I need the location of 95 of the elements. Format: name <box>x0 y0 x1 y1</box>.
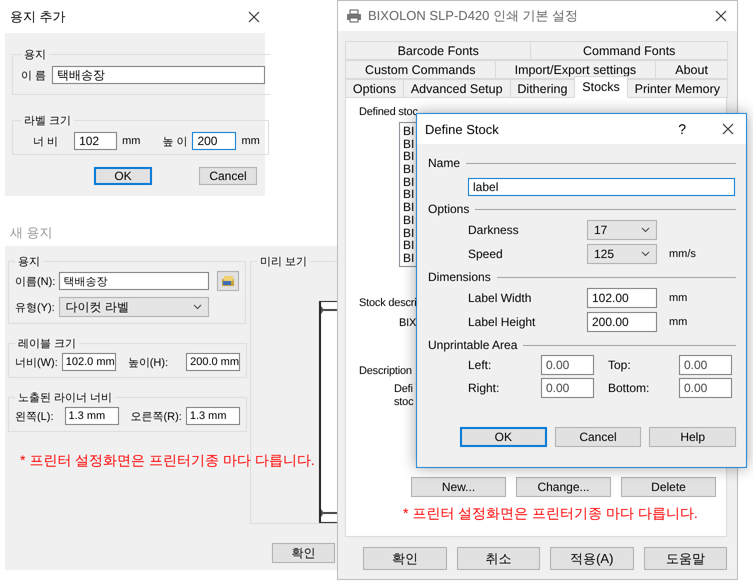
input-field[interactable]: 0.00 <box>679 378 732 398</box>
field-label: Left: <box>468 358 492 372</box>
description-text: BIX <box>399 317 416 329</box>
input-field[interactable]: 택배송장 <box>59 272 210 290</box>
input-field[interactable]: 200.00 <box>587 312 657 332</box>
dialog-button[interactable]: Help <box>649 427 736 447</box>
tab[interactable]: Command Fonts <box>530 41 728 60</box>
section-label: Dimensions <box>428 270 491 284</box>
group-label: 라벨 크기 <box>23 114 72 128</box>
window-title: Define Stock <box>425 122 499 136</box>
input-field[interactable]: 102.00 <box>587 288 657 308</box>
input-field[interactable]: 102 <box>74 132 118 150</box>
input-field[interactable]: 0.00 <box>679 355 732 375</box>
field-label: mm <box>669 292 688 304</box>
window-title: BIXOLON SLP-D420 인쇄 기본 설정 <box>368 7 578 25</box>
close-icon[interactable] <box>715 10 727 22</box>
section-label: Unprintable Area <box>428 338 518 352</box>
help-button[interactable]: ? <box>678 121 686 137</box>
type-dropdown[interactable]: 다이컷 라벨 <box>58 297 209 317</box>
field-label: Darkness <box>468 223 520 237</box>
input-field[interactable]: label <box>468 178 735 196</box>
stock-button[interactable]: New... <box>411 477 506 497</box>
window-title: 용지 추가 <box>10 8 66 26</box>
field-label: mm <box>241 135 260 147</box>
field-label: 너비(W): <box>15 356 58 370</box>
dialog-button[interactable]: OK <box>94 167 152 185</box>
input-field[interactable]: 1.3 mm <box>186 407 240 425</box>
field-label: 이름(N): <box>15 274 56 288</box>
chevron-icon <box>641 251 650 257</box>
input-field[interactable]: 200.0 mm <box>186 353 240 371</box>
close-icon[interactable] <box>248 10 260 22</box>
tab[interactable]: Options <box>345 79 404 98</box>
tab[interactable]: Custom Commands <box>345 60 496 79</box>
field-label: Bottom: <box>607 381 650 395</box>
input-field[interactable]: 1.3 mm <box>64 407 118 425</box>
dialog-button[interactable]: OK <box>460 427 547 447</box>
dialog-button[interactable]: Cancel <box>199 167 257 185</box>
section-label: Stock descri <box>359 297 417 309</box>
field-label: Speed <box>468 247 504 261</box>
field-label: 너 비 <box>33 134 58 148</box>
input-field[interactable]: 102.0 mm <box>62 353 116 371</box>
browse-button[interactable] <box>217 271 240 291</box>
input-field[interactable]: 택배송장 <box>52 66 266 84</box>
field-label: 오른쪽(R): <box>130 410 182 424</box>
dialog-button[interactable]: 확인 <box>363 547 446 570</box>
dialog-button[interactable]: 취소 <box>456 547 540 570</box>
tab[interactable]: Barcode Fonts <box>345 41 532 60</box>
dialog-button[interactable]: 적용(A) <box>550 547 634 570</box>
group-label: 용지 <box>17 255 41 269</box>
group-label: 미리 보기 <box>259 255 308 269</box>
input-field[interactable]: 0.00 <box>541 355 594 375</box>
chevron-icon <box>641 227 650 233</box>
field-label: 유형(Y): <box>15 300 55 314</box>
notice-text: * 프린터 설정화면은 프린터기종 마다 다릅니다. <box>20 452 315 470</box>
input-field[interactable]: 200 <box>192 132 236 150</box>
field-label: mm <box>122 135 140 147</box>
field-label: mm <box>669 316 688 328</box>
field-label: 높이(H): <box>128 356 168 370</box>
input-field[interactable]: 0.00 <box>541 378 594 398</box>
tab[interactable]: Stocks <box>574 76 628 98</box>
field-label: 왼쪽(L): <box>15 410 54 424</box>
description-text: stoc <box>394 396 414 409</box>
section-label: Description <box>359 365 412 377</box>
darkness-dropdown[interactable]: 17 <box>587 220 657 240</box>
field-label: Top: <box>607 358 632 372</box>
section-label: Defined stoc <box>359 106 418 118</box>
description-text: Defi <box>394 383 413 396</box>
field-label: Right: <box>468 381 500 395</box>
dialog-button[interactable]: Cancel <box>554 427 642 447</box>
confirm-button[interactable]: 확인 <box>272 543 335 563</box>
field-label: 이 름 <box>21 68 46 82</box>
field-label: mm/s <box>669 248 697 260</box>
field-label: 높 이 <box>162 134 188 148</box>
notice-text: * 프린터 설정화면은 프린터기종 마다 다릅니다. <box>403 505 699 523</box>
field-label: Label Width <box>468 291 532 305</box>
chevron-icon <box>192 304 202 310</box>
section-label: Name <box>428 156 460 170</box>
group-label: 용지 <box>23 48 47 62</box>
tab[interactable]: Printer Memory <box>626 79 728 98</box>
close-icon[interactable] <box>722 123 734 135</box>
folder-icon <box>221 275 236 287</box>
printer-icon <box>346 9 362 23</box>
field-label: Label Height <box>468 315 536 329</box>
tab[interactable]: Advanced Setup <box>402 79 510 98</box>
tab[interactable]: Import/Export settings <box>494 60 656 79</box>
group-label: 레이블 크기 <box>17 337 78 351</box>
group-label: 노출된 라이너 너비 <box>17 391 114 405</box>
speed-dropdown[interactable]: 125 <box>587 244 657 264</box>
dialog-button[interactable]: 도움말 <box>644 547 727 570</box>
tab[interactable]: Dithering <box>510 79 576 98</box>
section-label: Options <box>428 202 470 216</box>
tab[interactable]: About <box>655 60 728 79</box>
stock-button[interactable]: Change... <box>516 477 611 497</box>
window-title: 새 용지 <box>10 224 53 242</box>
stock-button[interactable]: Delete <box>621 477 716 497</box>
